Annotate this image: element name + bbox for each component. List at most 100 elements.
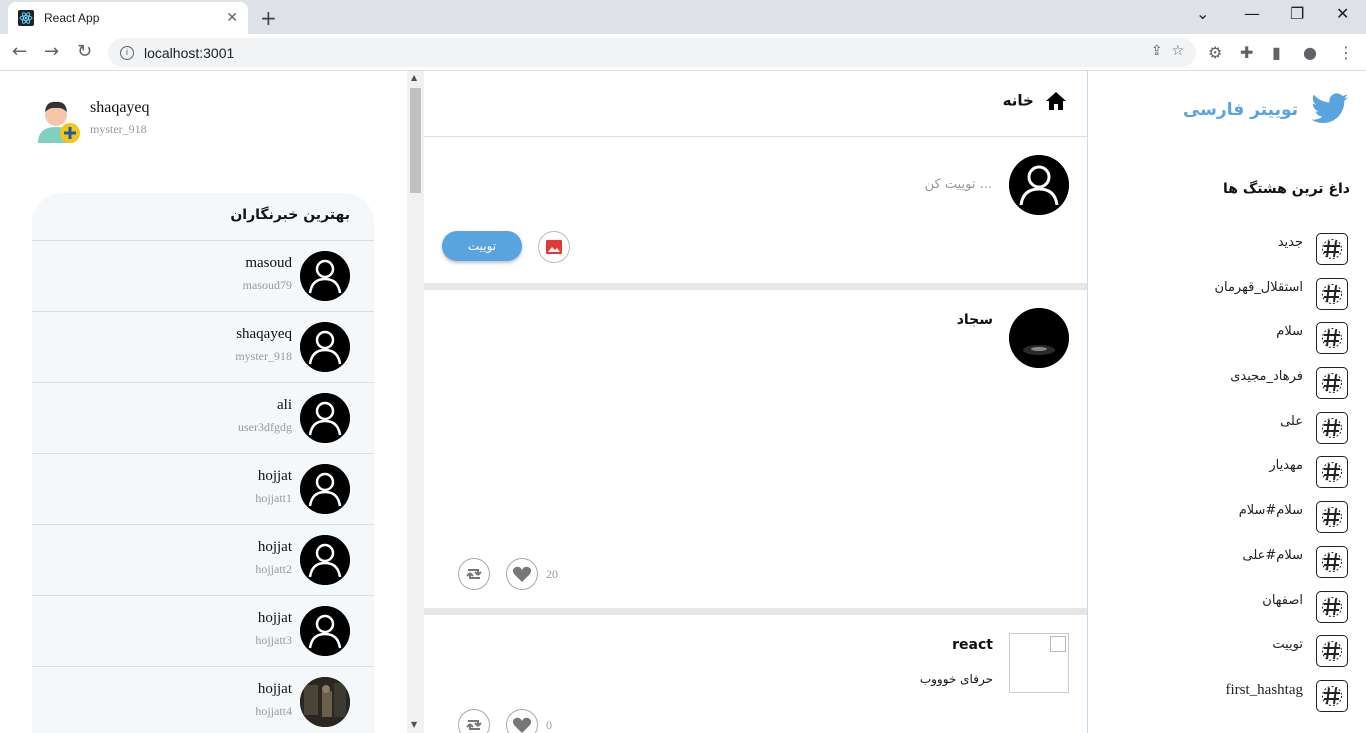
tweet-author-name[interactable]: سجاد — [957, 312, 993, 328]
like-button[interactable] — [506, 709, 538, 733]
share-bookmark-icons[interactable]: ⇪ ☆ — [1151, 43, 1184, 59]
tweet-actions: 20 — [458, 558, 558, 590]
broken-image-icon — [1050, 636, 1066, 652]
hashtag-icon — [1316, 233, 1348, 265]
address-toolbar: ← → ↻ i localhost:3001 ⇪ ☆ ⚙ ✚ ▮ ● ⋮ — [0, 34, 1366, 71]
hashtag-label: استقلال_قهرمان — [1214, 279, 1303, 295]
left-column: shaqayeq myster_918 بهترین خبرنگاران mas… — [0, 71, 408, 733]
hashtag-icon — [1316, 277, 1348, 310]
retweet-button[interactable] — [458, 709, 490, 733]
journalist-row[interactable]: hojjat hojjatt1 — [32, 454, 374, 525]
compose-avatar-icon — [1009, 155, 1069, 215]
hashtag-label: توییت — [1272, 637, 1303, 653]
trending-hashtags-title: داغ ترین هشتگ ها — [1223, 181, 1350, 197]
hashtag-list: جدید استقلال_قهرمان سلام فرهاد_مجیدی علی مهدی… — [1098, 231, 1348, 723]
close-tab-icon[interactable]: ✕ — [226, 10, 238, 26]
user-avatar-icon — [38, 101, 80, 143]
journalist-row[interactable]: hojjat hojjatt4 — [32, 667, 374, 733]
home-title: خانه — [1002, 91, 1034, 110]
hashtag-item[interactable]: فرهاد_مجیدی — [1098, 365, 1348, 410]
puzzle-icon[interactable]: ✚ — [1240, 43, 1253, 62]
current-user-handle: myster_918 — [90, 122, 147, 136]
hashtag-label: سلام#سلام — [1238, 503, 1303, 519]
extension-icon[interactable]: ⚙ — [1208, 43, 1222, 62]
side-panel-icon[interactable]: ▮ — [1272, 43, 1281, 62]
like-count: 20 — [546, 566, 558, 581]
hashtag-icon — [1316, 679, 1348, 712]
journalist-avatar — [300, 535, 350, 585]
scrollbar[interactable]: ▲ ▼ — [407, 71, 424, 733]
hashtag-item[interactable]: سلام#سلام — [1098, 499, 1348, 544]
profile-icon[interactable]: ● — [1303, 43, 1317, 62]
journalist-handle: masoud79 — [242, 278, 292, 292]
browser-tab[interactable]: React App ✕ — [8, 2, 248, 34]
tweet-button[interactable]: توییت — [442, 231, 522, 261]
tweet-author-name[interactable]: react — [952, 637, 993, 653]
hashtag-item[interactable]: علی — [1098, 410, 1348, 455]
tweet-author-avatar[interactable] — [1009, 308, 1069, 368]
journalist-row[interactable]: masoud masoud79 — [32, 241, 374, 312]
journalist-avatar — [300, 251, 350, 301]
retweet-button[interactable] — [458, 558, 490, 590]
journalist-name: hojjat — [257, 681, 292, 697]
tweet-card: سجاد 20 — [424, 290, 1087, 608]
hashtag-item[interactable]: first_hashtag — [1098, 678, 1348, 723]
close-window-icon[interactable]: ✕ — [1336, 4, 1349, 23]
hashtag-icon — [1316, 545, 1348, 578]
journalist-avatar — [300, 322, 350, 372]
journalist-row[interactable]: ali user3dfgdg — [32, 383, 374, 454]
minimize-icon[interactable]: — — [1244, 4, 1260, 23]
journalist-name: hojjat — [257, 468, 292, 484]
tab-title: React App — [44, 11, 100, 25]
scrollbar-thumb[interactable] — [410, 88, 421, 193]
right-column: توییتر فارسی داغ ترین هشتگ ها جدید استقلا… — [1089, 71, 1366, 733]
hashtag-item[interactable]: سلام#علی — [1098, 544, 1348, 589]
new-tab-icon[interactable]: + — [260, 6, 277, 30]
journalist-row[interactable]: hojjat hojjatt3 — [32, 596, 374, 667]
journalist-name: shaqayeq — [236, 326, 292, 342]
hashtag-icon — [1316, 367, 1348, 400]
tab-search-icon[interactable]: ⌄ — [1196, 4, 1209, 23]
journalist-row[interactable]: hojjat hojjatt2 — [32, 525, 374, 596]
like-button[interactable] — [506, 558, 538, 590]
hashtag-item[interactable]: استقلال_قهرمان — [1098, 276, 1348, 321]
journalist-handle: myster_918 — [235, 349, 292, 363]
hashtag-label: سلام#علی — [1242, 547, 1304, 563]
journalist-row[interactable]: shaqayeq myster_918 — [32, 312, 374, 383]
forward-icon[interactable]: → — [44, 41, 59, 62]
brand[interactable]: توییتر فارسی — [1183, 93, 1350, 127]
menu-icon[interactable]: ⋮ — [1338, 43, 1354, 62]
hashtag-label: فرهاد_مجیدی — [1230, 369, 1303, 385]
journalist-name: hojjat — [257, 610, 292, 626]
add-image-button[interactable] — [538, 231, 570, 263]
hashtag-label: سلام — [1276, 324, 1303, 340]
hashtag-item[interactable]: جدید — [1098, 231, 1348, 276]
hashtag-item[interactable]: سلام — [1098, 320, 1348, 365]
top-journalists-title: بهترین خبرنگاران — [32, 193, 374, 241]
home-header: خانه — [424, 71, 1087, 137]
restore-icon[interactable]: ❐ — [1290, 4, 1304, 23]
tweet-author-avatar[interactable] — [1009, 633, 1069, 693]
photo-avatar-image — [300, 677, 350, 727]
default-avatar-icon — [300, 606, 350, 656]
url-text: localhost:3001 — [144, 44, 235, 61]
journalist-handle: hojjatt1 — [255, 491, 292, 505]
hashtag-label: first_hashtag — [1225, 681, 1303, 698]
compose-box: توییت کن ... توییت — [424, 137, 1087, 283]
dark-avatar-image — [1009, 308, 1069, 368]
hashtag-item[interactable]: اصفهان — [1098, 589, 1348, 634]
current-user[interactable]: shaqayeq myster_918 — [32, 95, 232, 151]
journalist-avatar — [300, 606, 350, 656]
journalist-name: hojjat — [257, 539, 292, 555]
hashtag-item[interactable]: مهدیار — [1098, 454, 1348, 499]
scroll-up-icon[interactable]: ▲ — [411, 73, 417, 82]
address-bar[interactable]: i localhost:3001 ⇪ ☆ — [108, 38, 1196, 67]
back-icon[interactable]: ← — [12, 41, 27, 62]
reload-icon[interactable]: ↻ — [77, 41, 92, 62]
current-user-name: shaqayeq — [90, 99, 150, 116]
hashtag-item[interactable]: توییت — [1098, 633, 1348, 678]
compose-input[interactable]: توییت کن ... — [925, 177, 992, 192]
hashtag-label: مهدیار — [1269, 458, 1303, 474]
site-info-icon[interactable]: i — [120, 45, 134, 60]
scroll-down-icon[interactable]: ▼ — [411, 720, 417, 729]
